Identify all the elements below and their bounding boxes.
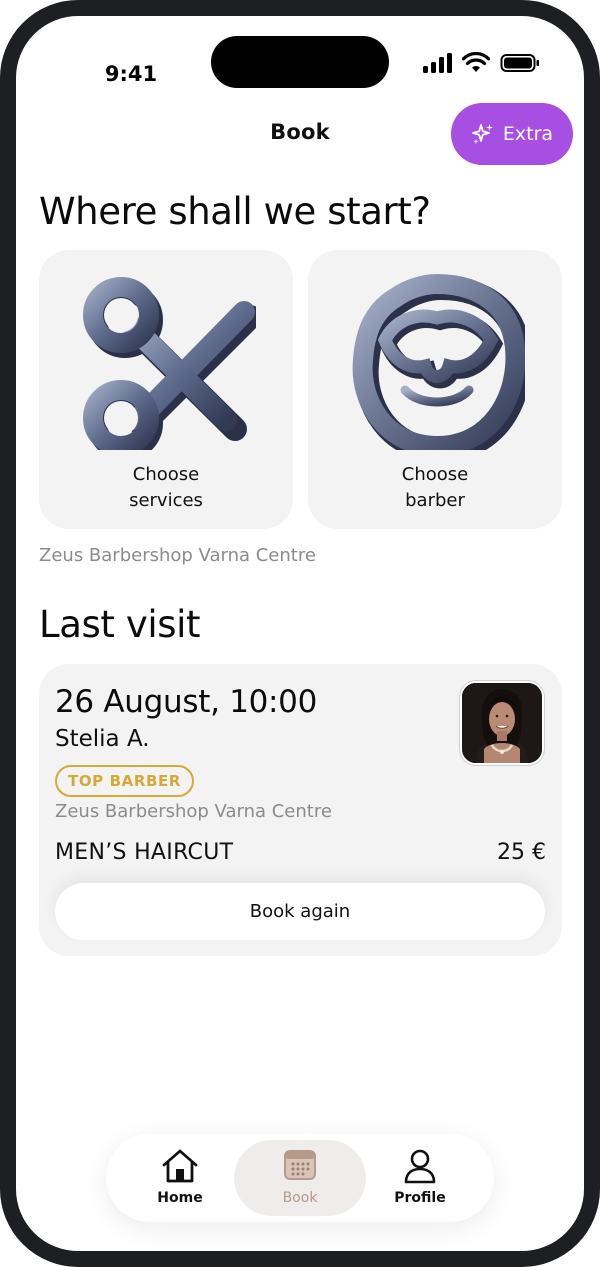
start-heading: Where shall we start? <box>39 190 431 233</box>
last-visit-heading: Last visit <box>39 603 201 646</box>
nav-home[interactable]: Home <box>114 1140 246 1216</box>
sparkles-icon <box>472 124 493 144</box>
beard-icon <box>352 273 525 450</box>
extra-button-label: Extra <box>502 123 554 145</box>
phone-frame: 9:41 Book Extra Where shall we start? Ch… <box>0 0 600 1267</box>
book-again-button[interactable]: Book again <box>55 883 545 940</box>
battery-icon <box>500 54 539 72</box>
visit-price: 25 € <box>497 840 546 865</box>
extra-button[interactable]: Extra <box>451 103 573 165</box>
visit-barber-name: Stelia A. <box>55 726 150 752</box>
nav-profile[interactable]: Profile <box>354 1140 486 1216</box>
top-barber-badge: TOP BARBER <box>55 765 195 797</box>
barber-avatar[interactable] <box>460 681 544 765</box>
bottom-nav: Home Book Profile <box>106 1134 494 1222</box>
home-icon <box>162 1149 198 1183</box>
choose-services-card[interactable]: Choose services <box>39 250 293 529</box>
visit-service: MEN’S HAIRCUT <box>55 840 234 865</box>
calendar-icon <box>284 1150 316 1180</box>
signal-icon <box>423 53 452 73</box>
nav-book-label: Book <box>282 1190 318 1206</box>
selected-shop: Zeus Barbershop Varna Centre <box>39 545 316 566</box>
scissors-icon <box>83 277 256 450</box>
choose-services-label: Choose services <box>129 464 203 511</box>
dynamic-island <box>211 36 389 88</box>
nav-book[interactable]: Book <box>234 1140 366 1216</box>
choose-barber-card[interactable]: Choose barber <box>308 250 562 529</box>
last-visit-card: 26 August, 10:00 Stelia A. TOP BARBER Ze… <box>39 664 562 956</box>
barber-photo <box>462 683 542 763</box>
wifi-icon <box>462 52 490 72</box>
nav-home-label: Home <box>157 1190 203 1206</box>
visit-date: 26 August, 10:00 <box>55 684 318 720</box>
choose-barber-label: Choose barber <box>401 464 469 511</box>
status-time: 9:41 <box>104 62 158 86</box>
user-icon <box>404 1149 436 1184</box>
visit-shop: Zeus Barbershop Varna Centre <box>55 801 332 822</box>
nav-profile-label: Profile <box>394 1190 446 1206</box>
